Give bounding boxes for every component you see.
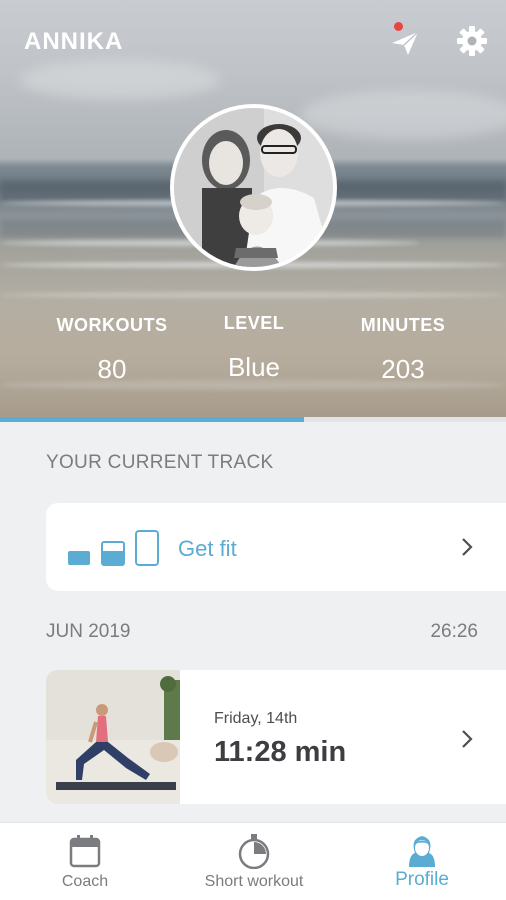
stopwatch-icon <box>238 834 270 869</box>
user-name: ANNIKA <box>24 28 124 55</box>
avatar[interactable] <box>170 104 337 271</box>
device-stages-icon <box>68 530 159 566</box>
stat-label: LEVEL <box>223 313 285 333</box>
stat-value: 80 <box>97 354 127 384</box>
calendar-icon <box>69 835 101 868</box>
level-progress-fill <box>0 417 304 422</box>
track-name: Get fit <box>178 536 237 561</box>
workout-date: Friday, 14th <box>214 710 298 727</box>
nav-item-profile[interactable]: Profile <box>372 823 472 900</box>
profile-header: ANNIKA WORKOUTS 80 LEVEL Blue MINUTES 20… <box>0 0 506 417</box>
stat-label: WORKOUTS <box>56 315 168 335</box>
nav-label: Coach <box>61 873 109 890</box>
stat-value: Blue <box>227 352 281 382</box>
send-button[interactable] <box>388 24 422 58</box>
month-label: JUN 2019 <box>46 621 131 642</box>
level-progress-bar <box>0 417 506 422</box>
current-track-card[interactable]: Get fit <box>46 503 506 591</box>
nav-label: Short workout <box>204 873 304 890</box>
stat-level: LEVEL Blue <box>174 313 334 383</box>
workout-history-item[interactable]: Friday, 14th 11:28 min <box>46 670 506 804</box>
chevron-right-icon <box>462 730 473 748</box>
month-total-time: 26:26 <box>430 621 478 642</box>
nav-item-short-workout[interactable]: Short workout <box>189 823 319 900</box>
cloud-decoration <box>20 60 220 100</box>
family-photo <box>174 108 333 267</box>
stat-workouts: WORKOUTS 80 <box>32 315 192 385</box>
nav-label: Profile <box>395 869 449 890</box>
stat-value: 203 <box>381 354 425 384</box>
wave <box>0 292 506 298</box>
stat-label: MINUTES <box>360 315 446 335</box>
notification-dot <box>394 22 403 31</box>
chevron-right-icon <box>462 538 473 556</box>
gear-icon <box>457 26 487 56</box>
workout-thumbnail <box>46 670 180 804</box>
settings-button[interactable] <box>455 24 489 58</box>
stat-minutes: MINUTES 203 <box>323 315 483 385</box>
bottom-navigation: Coach Short workout Profile <box>0 822 506 900</box>
workout-duration: 11:28 min <box>214 736 347 768</box>
paper-plane-icon <box>392 31 419 55</box>
cloud-decoration <box>300 90 506 140</box>
profile-icon <box>409 836 435 867</box>
section-title: YOUR CURRENT TRACK <box>46 452 274 473</box>
nav-item-coach[interactable]: Coach <box>35 823 135 900</box>
